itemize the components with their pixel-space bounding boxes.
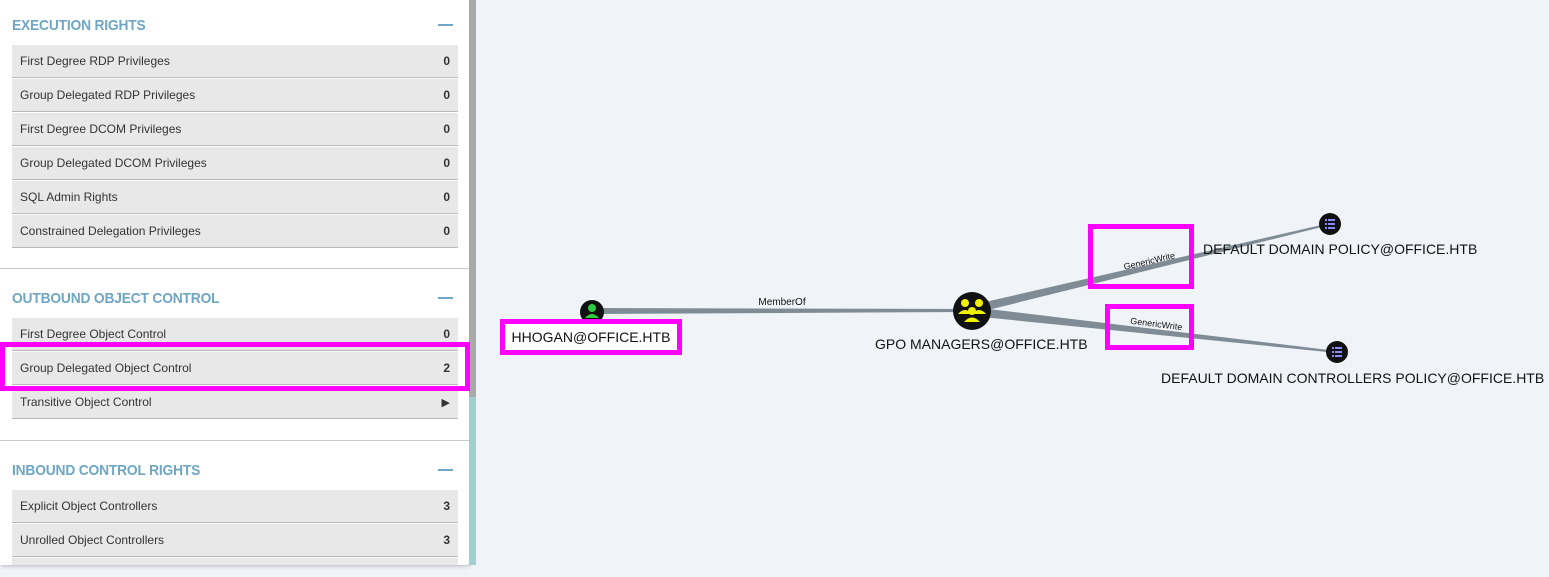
list-item-count: 0 xyxy=(443,122,450,136)
list-item-label: First Degree RDP Privileges xyxy=(20,54,170,68)
list-item-label: Unrolled Object Controllers xyxy=(20,533,165,547)
list-item-label: Explicit Object Controllers xyxy=(20,499,158,513)
panel-scrollbar[interactable] xyxy=(469,0,476,565)
expand-arrow-icon[interactable]: ▶ xyxy=(442,396,450,409)
list-item-label: SQL Admin Rights xyxy=(20,190,118,204)
collapse-icon[interactable] xyxy=(438,469,453,471)
graph-canvas[interactable]: MemberOf GenericWrite GenericWrite xyxy=(476,0,1549,577)
list-item-group-delegated-object-control[interactable]: Group Delegated Object Control 2 xyxy=(12,352,458,385)
list-item-count: 0 xyxy=(443,54,450,68)
list-item-label: Transitive Object Control xyxy=(20,395,152,409)
node-label-default-domain-controllers-policy[interactable]: DEFAULT DOMAIN CONTROLLERS POLICY@OFFICE… xyxy=(1161,370,1544,386)
list-item[interactable] xyxy=(12,558,458,565)
collapse-icon[interactable] xyxy=(438,297,453,299)
section-divider xyxy=(0,268,470,269)
list-item-count: 0 xyxy=(443,156,450,170)
list-item[interactable]: Group Delegated DCOM Privileges 0 xyxy=(12,147,458,180)
node-label-gpo-managers[interactable]: GPO MANAGERS@OFFICE.HTB xyxy=(875,336,1088,352)
list-item-count: 0 xyxy=(443,88,450,102)
edge-label-memberof: MemberOf xyxy=(758,297,805,308)
section-title: OUTBOUND OBJECT CONTROL xyxy=(12,289,220,307)
list-item[interactable]: Group Delegated RDP Privileges 0 xyxy=(12,79,458,112)
gpo-node-default-domain-policy[interactable] xyxy=(1319,213,1341,235)
list-item-count: 0 xyxy=(443,327,450,341)
section-header-outbound-object-control[interactable]: OUTBOUND OBJECT CONTROL xyxy=(12,283,458,313)
list-item-label: Group Delegated Object Control xyxy=(20,361,192,375)
list-item-label: Group Delegated DCOM Privileges xyxy=(20,156,207,170)
list-item[interactable]: Explicit Object Controllers 3 xyxy=(12,490,458,523)
list-item-label: Group Delegated RDP Privileges xyxy=(20,88,196,102)
node-label-hhogan[interactable]: HHOGAN@OFFICE.HTB xyxy=(500,319,682,355)
list-item[interactable]: SQL Admin Rights 0 xyxy=(12,181,458,214)
user-icon xyxy=(588,304,596,312)
list-item[interactable]: First Degree Object Control 0 xyxy=(12,318,458,351)
section-divider xyxy=(0,440,470,441)
list-item[interactable]: Constrained Delegation Privileges 0 xyxy=(12,215,458,248)
list-item-count: 3 xyxy=(443,533,450,547)
gpo-node-default-domain-controllers-policy[interactable] xyxy=(1326,341,1348,363)
edge-genericwrite-1[interactable]: GenericWrite xyxy=(972,223,1330,314)
section-header-inbound-control-rights[interactable]: INBOUND CONTROL RIGHTS xyxy=(12,455,458,485)
edge-memberof[interactable]: MemberOf xyxy=(592,297,972,314)
list-item[interactable]: First Degree DCOM Privileges 0 xyxy=(12,113,458,146)
node-label-default-domain-policy[interactable]: DEFAULT DOMAIN POLICY@OFFICE.HTB xyxy=(1203,241,1477,257)
gpo-icon xyxy=(1332,347,1342,357)
list-item-label: First Degree Object Control xyxy=(20,327,167,341)
node-label-text: HHOGAN@OFFICE.HTB xyxy=(511,329,671,345)
scrollbar-thumb[interactable] xyxy=(469,0,476,397)
list-item-transitive-object-control[interactable]: Transitive Object Control ▶ xyxy=(12,386,458,419)
list-item-count: 3 xyxy=(443,499,450,513)
list-item-label: First Degree DCOM Privileges xyxy=(20,122,182,136)
list-item-count: 2 xyxy=(443,361,450,375)
list-item-count: 0 xyxy=(443,190,450,204)
group-node[interactable] xyxy=(953,292,991,330)
section-title: EXECUTION RIGHTS xyxy=(12,16,146,34)
node-info-panel: EXECUTION RIGHTS First Degree RDP Privil… xyxy=(0,0,470,565)
list-item-count: 0 xyxy=(443,224,450,238)
gpo-icon xyxy=(1325,219,1335,229)
list-item[interactable]: Unrolled Object Controllers 3 xyxy=(12,524,458,557)
collapse-icon[interactable] xyxy=(438,24,453,26)
list-item[interactable]: First Degree RDP Privileges 0 xyxy=(12,45,458,78)
section-title: INBOUND CONTROL RIGHTS xyxy=(12,461,201,479)
section-header-execution-rights[interactable]: EXECUTION RIGHTS xyxy=(12,10,458,40)
list-item-label: Constrained Delegation Privileges xyxy=(20,224,201,238)
